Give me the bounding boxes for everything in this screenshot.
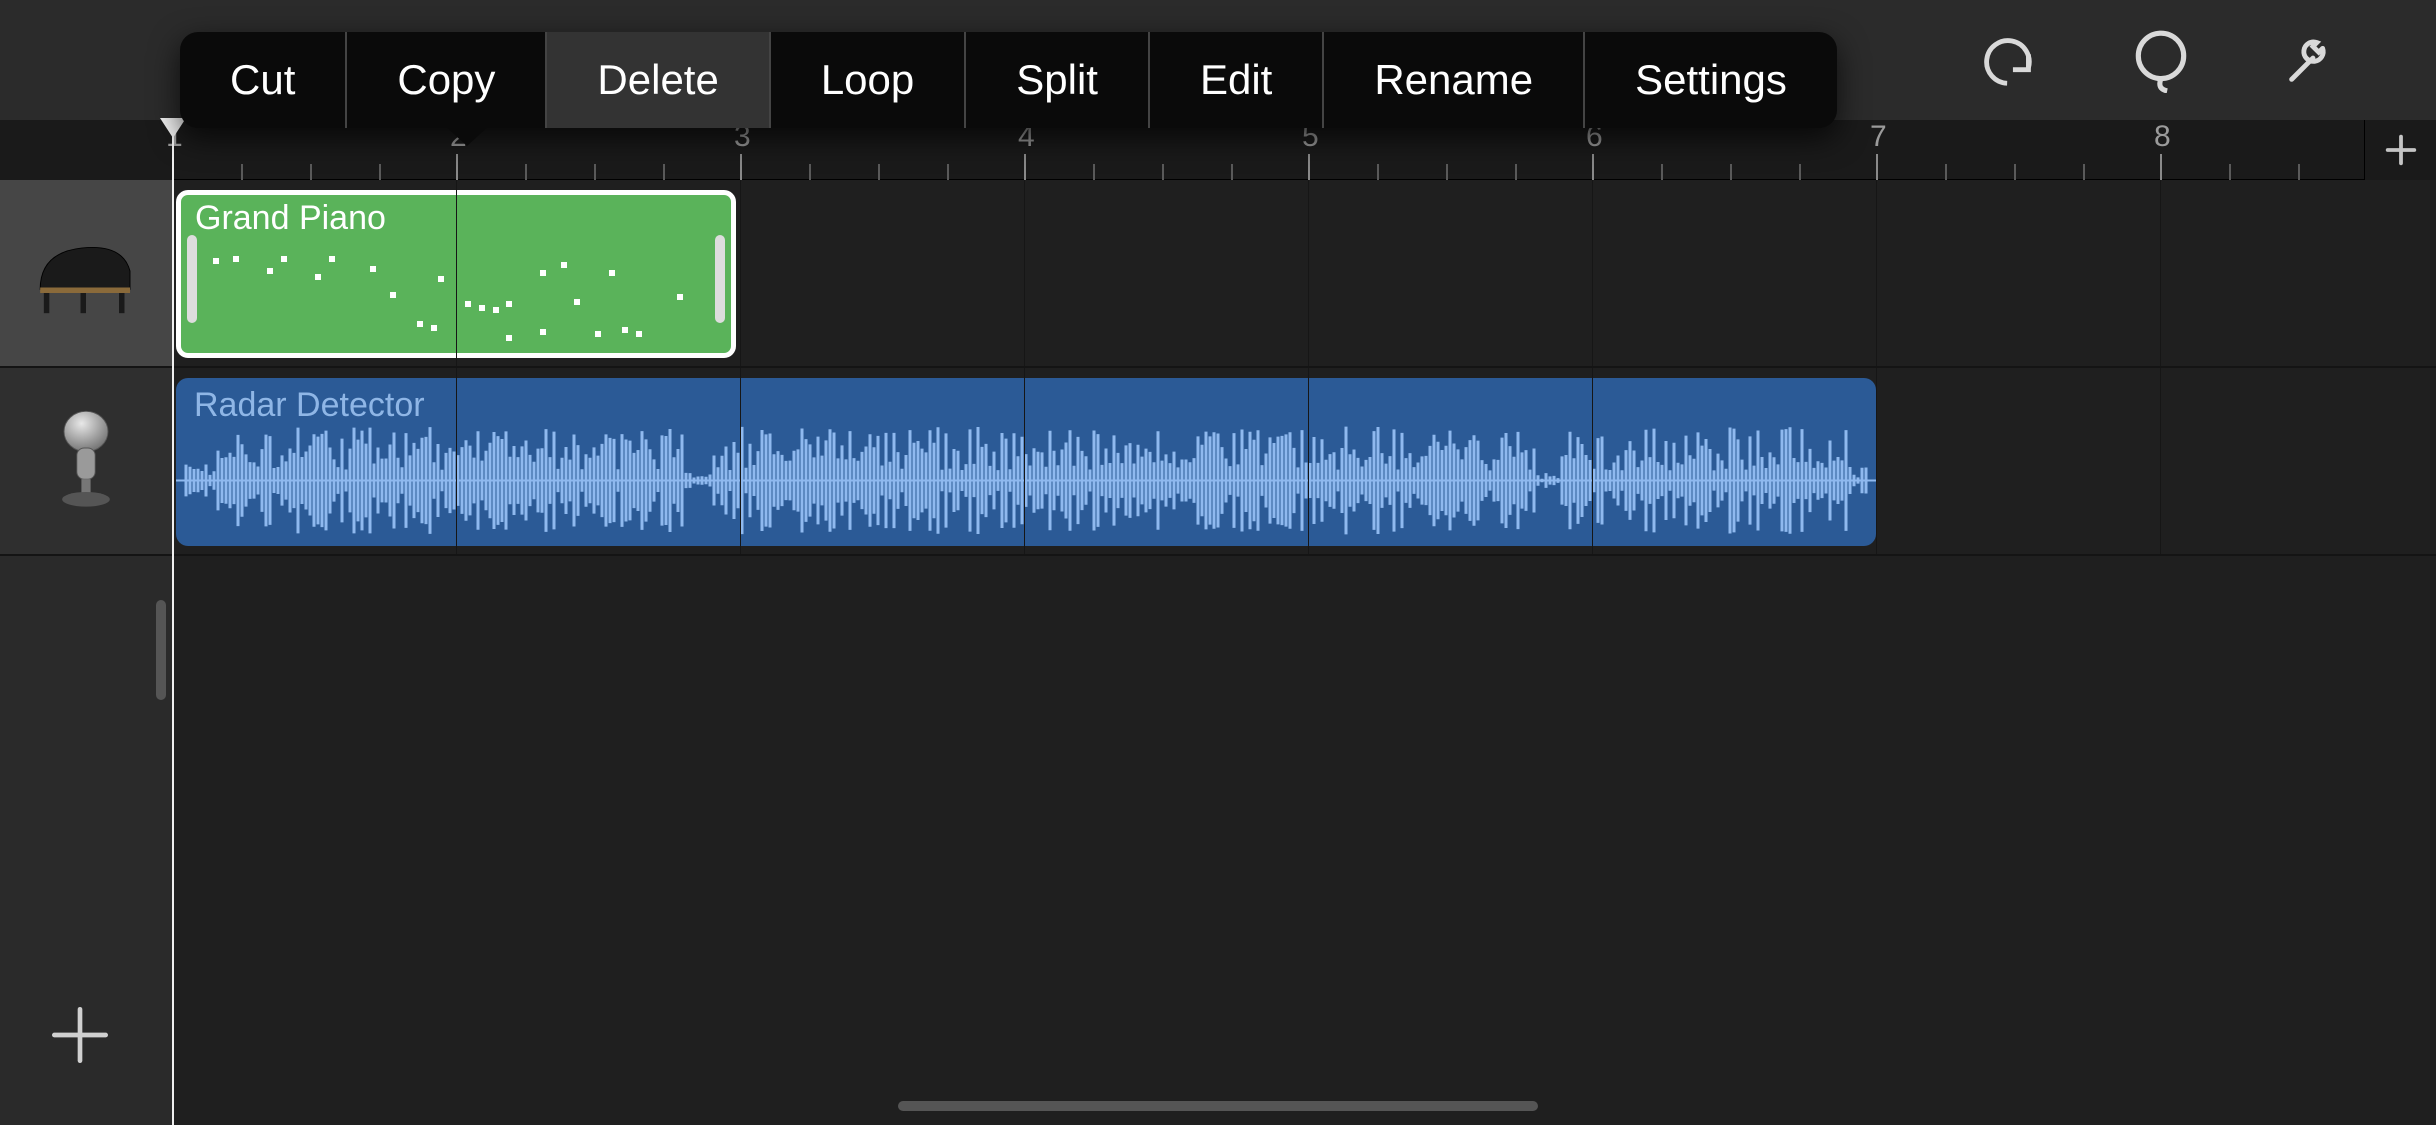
track-lane-piano[interactable]: Grand Piano xyxy=(172,180,2436,368)
track-lane-audio[interactable]: Radar Detector xyxy=(172,368,2436,556)
undo-icon[interactable] xyxy=(1976,25,2046,95)
region-label: Radar Detector xyxy=(194,386,425,425)
context-menu-settings[interactable]: Settings xyxy=(1585,32,1837,128)
sidebar-scrollbar[interactable] xyxy=(156,600,166,700)
microphone-icon xyxy=(31,404,141,519)
tracks-area[interactable]: Grand Piano Radar Detector xyxy=(172,180,2436,1125)
wrench-icon[interactable] xyxy=(2276,25,2346,95)
track-header-mic[interactable] xyxy=(0,368,172,556)
midi-notes xyxy=(199,250,711,341)
piano-icon xyxy=(31,216,141,331)
add-track-button[interactable] xyxy=(45,1000,115,1075)
context-menu-split[interactable]: Split xyxy=(966,32,1150,128)
audio-waveform xyxy=(176,423,1876,538)
home-indicator xyxy=(898,1101,1538,1111)
context-menu-rename[interactable]: Rename xyxy=(1324,32,1585,128)
bar-number: 8 xyxy=(2154,120,2171,154)
context-menu-copy[interactable]: Copy xyxy=(347,32,547,128)
bar-number: 7 xyxy=(1870,120,1887,154)
ruler-bars: 12345678 xyxy=(172,120,2364,180)
region-handle-left[interactable] xyxy=(187,235,197,323)
loop-icon[interactable] xyxy=(2126,25,2196,95)
audio-region[interactable]: Radar Detector xyxy=(176,378,1876,546)
region-label: Grand Piano xyxy=(195,199,386,238)
add-region-button[interactable] xyxy=(2364,120,2436,180)
context-menu: Cut Copy Delete Loop Split Edit Rename S… xyxy=(180,32,1837,128)
tracks-sidebar xyxy=(0,180,172,1125)
track-header-piano[interactable] xyxy=(0,180,172,368)
context-menu-loop[interactable]: Loop xyxy=(771,32,966,128)
region-handle-right[interactable] xyxy=(715,235,725,323)
context-menu-cut[interactable]: Cut xyxy=(180,32,347,128)
context-menu-delete[interactable]: Delete xyxy=(547,32,770,128)
context-menu-edit[interactable]: Edit xyxy=(1150,32,1324,128)
playhead[interactable] xyxy=(172,120,174,1125)
